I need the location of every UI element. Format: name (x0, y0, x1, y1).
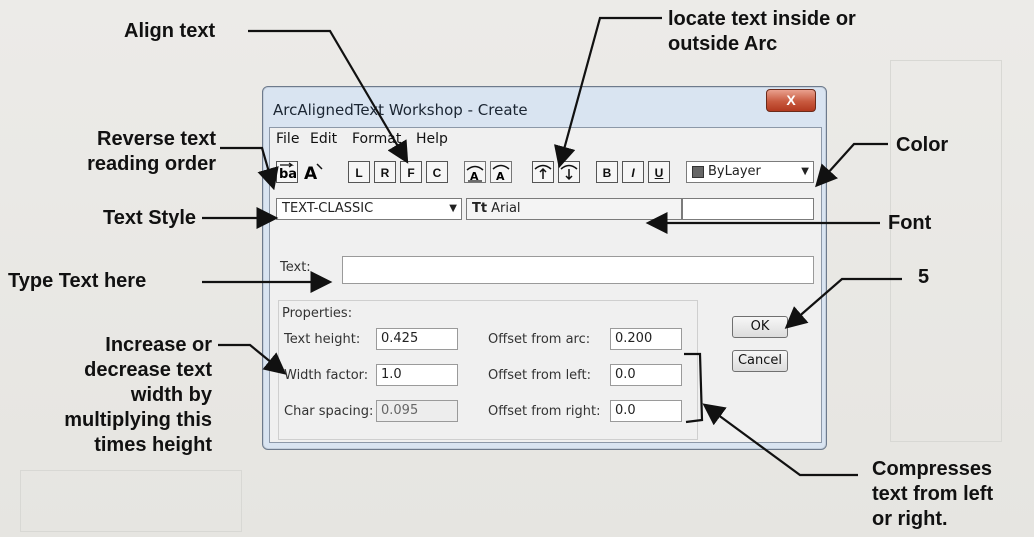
callout-type-text: Type Text here (8, 270, 147, 292)
callout-compress-3: or right. (872, 508, 948, 530)
arrow-align-text (248, 29, 409, 164)
callout-increase-4: multiplying this (64, 409, 212, 431)
callout-align-text: Align text (124, 20, 216, 42)
callout-reverse-1: Reverse text (97, 128, 216, 150)
callout-increase-5: times height (94, 434, 212, 456)
callout-increase-3: width by (130, 384, 212, 406)
arrow-ok (784, 277, 902, 329)
arrow-locate-text (554, 16, 662, 169)
callout-font: Font (888, 212, 932, 234)
callout-increase-1: Increase or (105, 334, 212, 356)
callout-increase-2: decrease text (84, 359, 212, 381)
callout-locate-text-2: outside Arc (668, 33, 778, 55)
callout-compress-2: text from left (872, 483, 994, 505)
callout-reverse-2: reading order (87, 153, 216, 175)
bracket-offsets (684, 352, 704, 424)
callout-text-style: Text Style (103, 207, 196, 229)
arrow-compresses (702, 403, 858, 477)
arrow-width-factor (218, 343, 287, 375)
callout-color: Color (896, 134, 949, 156)
arrow-color (815, 142, 888, 188)
callout-ok-number: 5 (918, 266, 930, 288)
callout-locate-text-1: locate text inside or (668, 8, 856, 30)
callout-compress-1: Compresses (872, 458, 993, 480)
arrow-reverse (220, 146, 279, 191)
